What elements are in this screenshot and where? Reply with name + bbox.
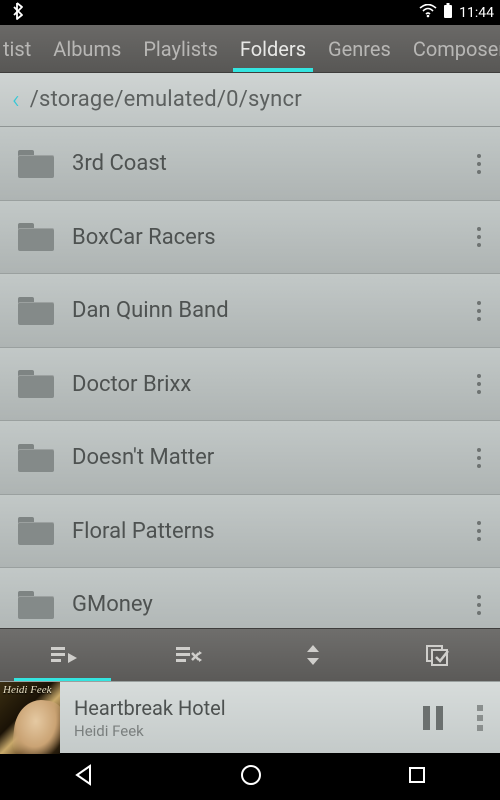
album-art[interactable]: Heidi Feek (0, 682, 60, 754)
current-path: /storage/emulated/0/syncr (30, 87, 302, 112)
tab-label: Playlists (143, 37, 218, 61)
wifi-icon (419, 4, 437, 22)
bluetooth-icon (6, 2, 24, 24)
row-more-button[interactable] (458, 568, 500, 627)
folder-name: Doctor Brixx (72, 372, 458, 397)
battery-icon (443, 3, 453, 23)
back-icon[interactable]: ‹ (12, 85, 20, 115)
sort-button[interactable] (250, 629, 375, 682)
tab-label: Albums (53, 37, 121, 61)
folder-icon (18, 297, 54, 325)
nav-home-button[interactable] (238, 762, 264, 792)
folder-icon (18, 150, 54, 178)
tab-composers[interactable]: Composers (402, 25, 500, 72)
tab-label: Folders (240, 37, 306, 61)
nav-recent-button[interactable] (405, 763, 429, 791)
track-artist: Heidi Feek (74, 722, 392, 740)
folder-row[interactable]: GMoney (0, 568, 500, 627)
shuffle-all-button[interactable] (125, 629, 250, 682)
select-button[interactable] (375, 629, 500, 682)
tab-folders[interactable]: Folders (229, 25, 317, 72)
tab-label: Composers (413, 37, 500, 61)
now-playing-more-button[interactable] (460, 703, 500, 733)
play-all-button[interactable] (0, 629, 125, 682)
folder-name: Floral Patterns (72, 519, 458, 544)
tab-albums[interactable]: Albums (42, 25, 132, 72)
tab-label: tist (3, 37, 31, 61)
now-playing-meta: Heartbreak Hotel Heidi Feek (60, 696, 406, 740)
row-more-button[interactable] (458, 495, 500, 568)
tab-label: Genres (328, 37, 391, 61)
status-time: 11:44 (459, 5, 494, 21)
play-pause-button[interactable] (406, 706, 460, 730)
system-nav-bar (0, 753, 500, 800)
folder-icon (18, 517, 54, 545)
row-more-button[interactable] (458, 348, 500, 421)
tab-tist[interactable]: tist (0, 25, 42, 72)
folder-name: BoxCar Racers (72, 225, 458, 250)
folder-row[interactable]: Doctor Brixx (0, 348, 500, 422)
row-more-button[interactable] (458, 274, 500, 347)
folder-name: Dan Quinn Band (72, 298, 458, 323)
folder-icon (18, 223, 54, 251)
nav-back-button[interactable] (71, 762, 97, 792)
folder-row[interactable]: Floral Patterns (0, 495, 500, 569)
folder-icon (18, 591, 54, 619)
folder-row[interactable]: BoxCar Racers (0, 201, 500, 275)
path-bar[interactable]: ‹ /storage/emulated/0/syncr (0, 73, 500, 127)
row-more-button[interactable] (458, 421, 500, 494)
tab-strip: tist Albums Playlists Folders Genres Composer… (0, 25, 500, 73)
row-more-button[interactable] (458, 201, 500, 274)
bottom-toolbar (0, 628, 500, 682)
folder-icon (18, 370, 54, 398)
tab-genres[interactable]: Genres (317, 25, 402, 72)
folder-row[interactable]: Doesn't Matter (0, 421, 500, 495)
album-art-label: Heidi Feek (3, 685, 52, 696)
status-bar: 11:44 (0, 0, 500, 25)
folder-name: GMoney (72, 592, 458, 617)
tab-playlists[interactable]: Playlists (132, 25, 229, 72)
folder-row[interactable]: Dan Quinn Band (0, 274, 500, 348)
folder-row[interactable]: 3rd Coast (0, 127, 500, 201)
row-more-button[interactable] (458, 127, 500, 200)
folder-name: 3rd Coast (72, 151, 458, 176)
folder-list: 3rd Coast BoxCar Racers Dan Quinn Band Doct… (0, 127, 500, 627)
now-playing-bar[interactable]: Heidi Feek Heartbreak Hotel Heidi Feek (0, 681, 500, 753)
folder-name: Doesn't Matter (72, 445, 458, 470)
folder-icon (18, 444, 54, 472)
track-title: Heartbreak Hotel (74, 696, 392, 720)
